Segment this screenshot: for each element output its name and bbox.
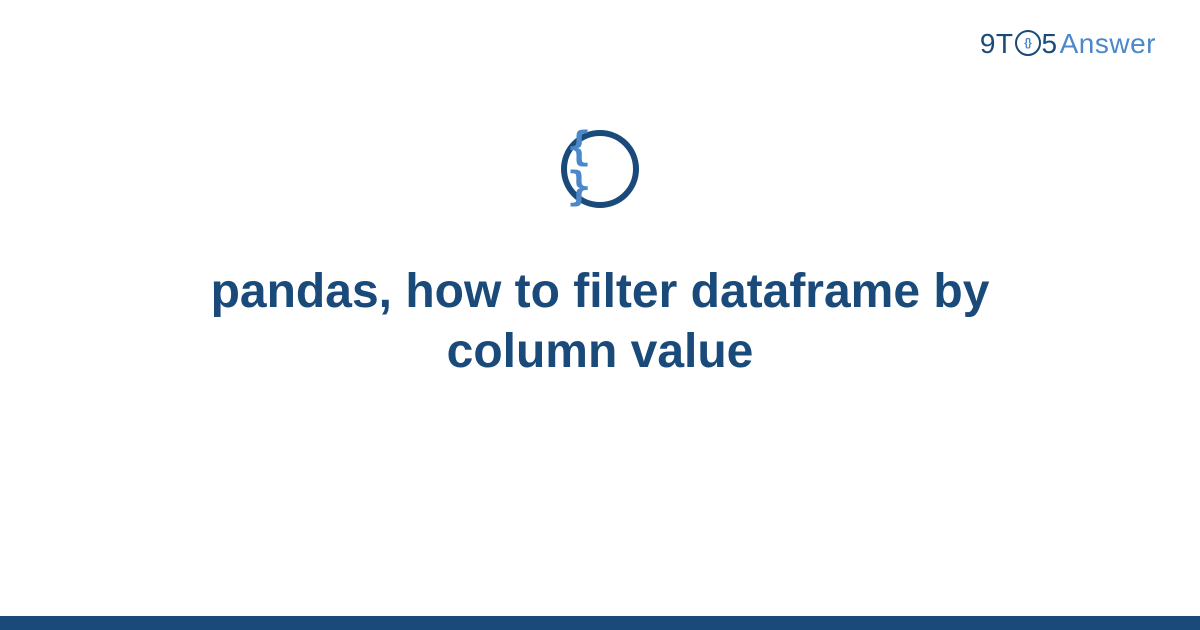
main-content: { } pandas, how to filter dataframe by c… [0, 130, 1200, 382]
page-title: pandas, how to filter dataframe by colum… [100, 262, 1100, 382]
category-badge-icon: { } [561, 130, 639, 208]
logo-circle-icon: {} [1015, 30, 1041, 56]
braces-icon: { } [567, 127, 633, 207]
logo-text-5: 5 [1042, 28, 1058, 60]
logo-braces-small: {} [1024, 37, 1031, 49]
logo-text-answer: Answer [1060, 28, 1156, 60]
footer-bar [0, 616, 1200, 630]
logo-text-9t: 9T [980, 28, 1014, 60]
site-logo[interactable]: 9T {} 5 Answer [980, 28, 1156, 60]
